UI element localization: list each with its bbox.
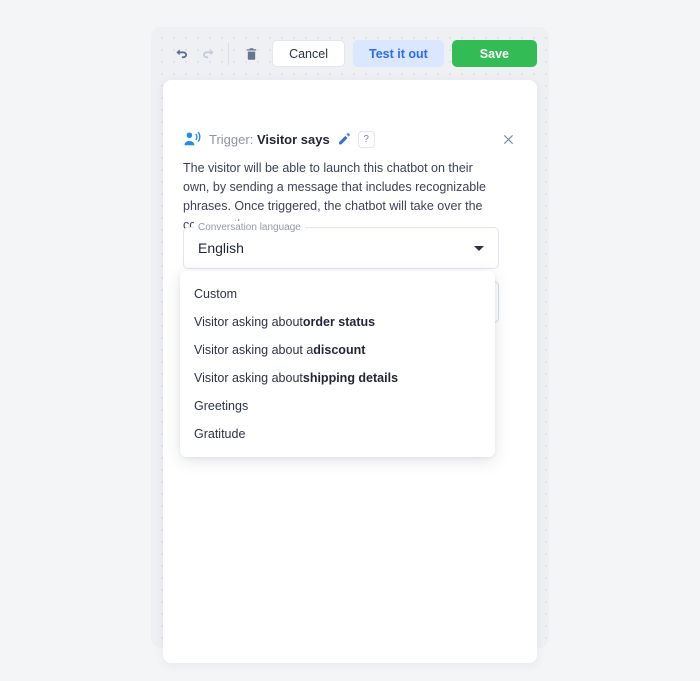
dropdown-item-text: Gratitude [194, 427, 246, 441]
dropdown-item[interactable]: Visitor asking about order status [180, 308, 495, 336]
redo-button[interactable] [195, 41, 221, 67]
undo-icon [176, 48, 188, 58]
trigger-label: Trigger: Visitor says [209, 132, 330, 147]
dropdown-item[interactable]: Gratitude [180, 420, 495, 448]
pencil-icon [338, 132, 350, 145]
dropdown-item[interactable]: Custom [180, 280, 495, 308]
dropdown-item-text: Visitor asking about [194, 315, 303, 329]
chevron-down-icon [474, 245, 484, 251]
save-button[interactable]: Save [451, 40, 537, 67]
card-header: Trigger: Visitor says ? [183, 128, 519, 150]
redo-icon [203, 48, 214, 58]
close-icon [503, 134, 513, 144]
dropdown-item-highlight: order status [302, 315, 376, 329]
dropdown-item-text: Visitor asking about a [194, 343, 314, 357]
cancel-button[interactable]: Cancel [272, 40, 345, 67]
dropdown-item-text: Custom [194, 287, 238, 301]
dropdown-item[interactable]: Visitor asking about shipping details [180, 364, 495, 392]
edit-trigger-button[interactable] [337, 132, 351, 146]
dropdown-item[interactable]: Visitor asking about a discount [180, 336, 495, 364]
toolbar-divider [228, 42, 230, 65]
help-button[interactable]: ? [357, 130, 375, 148]
test-it-out-button[interactable]: Test it out [353, 40, 444, 67]
conversation-language-select[interactable]: Conversation language English [183, 221, 499, 269]
conversation-language-value: English [198, 240, 244, 256]
visitor-says-icon [183, 131, 202, 148]
dropdown-item-highlight: shipping details [302, 371, 399, 385]
conversation-language-label: Conversation language [194, 221, 305, 234]
chatbot-editor-panel: Cancel Test it out Save Trigger: Visitor… [151, 27, 549, 663]
trigger-name: Visitor says [256, 131, 330, 147]
conversation-topic-dropdown: Custom Visitor asking about order status V… [180, 271, 495, 457]
dropdown-item[interactable]: Greetings [180, 392, 495, 420]
undo-button[interactable] [169, 41, 195, 67]
trigger-prefix: Trigger: [209, 131, 254, 147]
delete-button[interactable] [238, 41, 264, 67]
trash-icon [246, 47, 256, 60]
editor-toolbar: Cancel Test it out Save [151, 27, 549, 80]
dropdown-item-highlight: discount [313, 343, 366, 357]
dropdown-item-text: Visitor asking about [194, 371, 303, 385]
dropdown-item-text: Greetings [194, 399, 249, 413]
close-button[interactable] [497, 128, 519, 150]
